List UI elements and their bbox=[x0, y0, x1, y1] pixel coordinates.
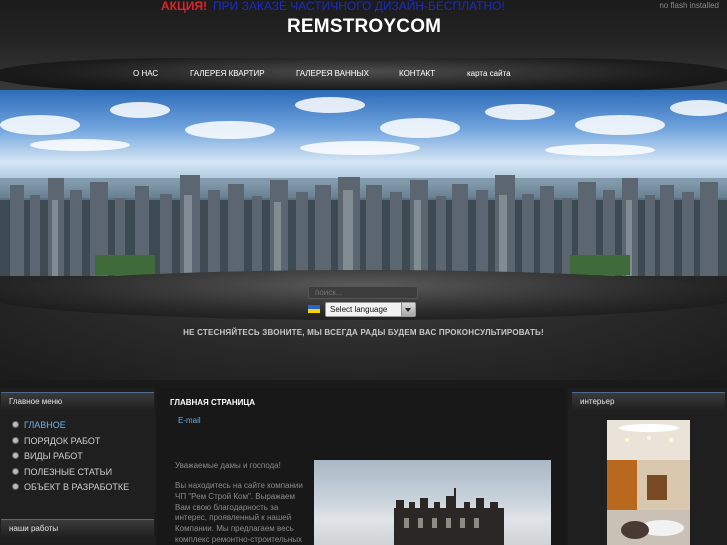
nav-item-contact[interactable]: КОНТАКТ bbox=[399, 69, 435, 78]
left-menu-item-work-types[interactable]: ВИДЫ РАБОТ bbox=[12, 451, 83, 461]
chevron-down-icon bbox=[401, 303, 415, 316]
bullet-icon bbox=[12, 468, 19, 476]
language-select-value: Select language bbox=[330, 305, 388, 314]
page-title: ГЛАВНАЯ СТРАНИЦА bbox=[170, 398, 256, 407]
left-menu-item-work-order[interactable]: ПОРЯДОК РАБОТ bbox=[12, 436, 100, 446]
nav-item-about[interactable]: О НАС bbox=[133, 69, 158, 78]
slogan: НЕ СТЕСНЯЙТЕСЬ ЗВОНИТЕ, МЫ ВСЕГДА РАДЫ Б… bbox=[183, 328, 544, 337]
promo-banner[interactable]: АКЦИЯ! ПРИ ЗАКАЗЕ ЧАСТИЧНОГО ДИЗАЙН-БЕСПЛ… bbox=[161, 0, 505, 13]
greeting-text: Уважаемые дамы и господа! bbox=[175, 461, 281, 470]
building-photo bbox=[314, 460, 551, 545]
body-text-line: Вы находитесь на сайте компании bbox=[175, 481, 303, 490]
promo-label: АКЦИЯ! bbox=[161, 0, 208, 13]
body-text-line: интерес, проявленный к нашей bbox=[175, 513, 292, 522]
email-link[interactable]: E-mail bbox=[178, 416, 201, 425]
our-works-title: наши работы bbox=[1, 519, 154, 539]
right-panel-title: интерьер bbox=[572, 392, 725, 412]
interior-photo[interactable] bbox=[607, 420, 690, 545]
nav-item-apartments-gallery[interactable]: ГАЛЕРЕЯ КВАРТИР bbox=[190, 69, 265, 78]
left-menu-item-articles[interactable]: ПОЛЕЗНЫЕ СТАТЬИ bbox=[12, 467, 112, 477]
left-menu-item-home[interactable]: ГЛАВНОЕ bbox=[12, 420, 66, 430]
body-text-line: комплекс ремонтно-строительных bbox=[175, 535, 303, 544]
ukraine-flag-icon[interactable] bbox=[308, 305, 320, 313]
nav-item-bathrooms-gallery[interactable]: ГАЛЕРЕЯ ВАННЫХ bbox=[296, 69, 369, 78]
flash-notice: no flash installed bbox=[659, 1, 719, 10]
promo-text: ПРИ ЗАКАЗЕ ЧАСТИЧНОГО ДИЗАЙН-БЕСПЛАТНО! bbox=[213, 0, 505, 13]
search-input[interactable] bbox=[308, 286, 418, 299]
site-title[interactable]: REMSTROYCOM bbox=[287, 16, 441, 38]
body-text-line: Компании. Мы предлагаем весь bbox=[175, 524, 294, 533]
bullet-icon bbox=[12, 452, 19, 460]
left-menu-item-project[interactable]: ОБЪЕКТ В РАЗРАБОТКЕ bbox=[12, 482, 129, 492]
nav-item-sitemap[interactable]: карта сайта bbox=[467, 69, 511, 78]
bullet-icon bbox=[12, 437, 19, 445]
language-select[interactable]: Select language bbox=[325, 302, 416, 317]
left-menu-title: Главное меню bbox=[1, 392, 154, 412]
main-nav: О НАС ГАЛЕРЕЯ КВАРТИР ГАЛЕРЕЯ ВАННЫХ КОН… bbox=[0, 69, 727, 83]
body-text-line: ЧП "Рем Строй Ком". Выражаем bbox=[175, 492, 295, 501]
bullet-icon bbox=[12, 421, 19, 429]
bullet-icon bbox=[12, 483, 19, 491]
